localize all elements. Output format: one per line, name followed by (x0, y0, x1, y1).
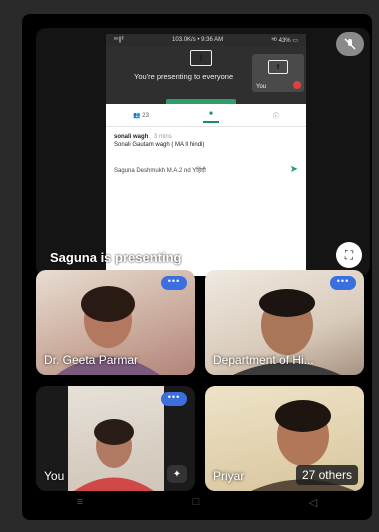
fullscreen-icon[interactable]: ⛶ (336, 242, 362, 268)
presenting-label: Saguna is presenting (50, 250, 182, 265)
signal-text: ᵉᵉ||ˡˡ (114, 37, 124, 43)
meet-screen: ᵉᵉ||ˡˡ 103.0K/s • 9:36 AM ᴴᴰ 43% ▭ ⬆ You… (22, 14, 372, 520)
mic-off-icon[interactable] (336, 32, 364, 56)
recents-icon[interactable]: ≡ (77, 496, 83, 508)
present-screen-icon: ⬆ (190, 50, 212, 66)
stop-presenting-button (166, 99, 236, 104)
chat-text: Sonali Gautam wagh ( MA ll hindi) (114, 142, 205, 148)
participant-name: Dr. Geeta Parmar (44, 353, 139, 367)
self-tile[interactable]: ••• You ✦ (36, 386, 195, 491)
self-video (68, 386, 164, 491)
chat-time: 3 mins (154, 134, 172, 140)
present-screen-icon: ⬆ (268, 60, 288, 74)
self-preview: ⬆ You (252, 54, 304, 92)
send-icon: ➤ (289, 164, 298, 175)
participant-tile[interactable]: Priyar 27 others (205, 386, 364, 491)
mic-off-icon (293, 81, 301, 89)
system-navbar: ≡ □ ◁ (22, 484, 372, 520)
participant-tile[interactable]: ••• Dr. Geeta Parmar (36, 270, 195, 375)
others-count-badge[interactable]: 27 others (295, 465, 358, 485)
status-bar: ᵉᵉ||ˡˡ 103.0K/s • 9:36 AM ᴴᴰ 43% ▭ (106, 34, 306, 46)
tab-people: 👥 23 (133, 112, 149, 119)
participant-name: Priyar (213, 469, 245, 483)
more-options-button[interactable]: ••• (330, 276, 356, 290)
chat-input-text: Saguna Deshmukh M.A.2 nd Yहिंदी (114, 168, 206, 174)
presentation-tile[interactable]: ᵉᵉ||ˡˡ 103.0K/s • 9:36 AM ᴴᴰ 43% ▭ ⬆ You… (36, 28, 370, 276)
people-icon: 👥 (133, 112, 141, 119)
shared-screen: ᵉᵉ||ˡˡ 103.0K/s • 9:36 AM ᴴᴰ 43% ▭ ⬆ You… (106, 34, 306, 276)
chat-icon: ■ (203, 107, 219, 123)
chat-input: Saguna Deshmukh M.A.2 nd Yहिंदी ➤ (114, 164, 298, 175)
participant-name: You (44, 469, 65, 483)
presenting-text: You're presenting to everyone (134, 72, 234, 81)
info-icon: ⓘ (272, 113, 279, 120)
more-options-button[interactable]: ••• (161, 276, 187, 290)
panel-tabs: 👥 23 ■ ⓘ (106, 104, 306, 127)
home-icon[interactable]: □ (193, 496, 200, 508)
battery-text: ᴴᴰ 43% ▭ (271, 37, 298, 44)
chat-message: sonali wagh 3 mins Sonali Gautam wagh ( … (106, 127, 306, 149)
more-options-button[interactable]: ••• (161, 392, 187, 406)
back-icon[interactable]: ◁ (309, 496, 317, 509)
effects-icon[interactable]: ✦ (167, 465, 187, 483)
people-count: 23 (142, 112, 149, 119)
participant-tile[interactable]: ••• Department of Hi... (205, 270, 364, 375)
status-time: 103.0K/s • 9:36 AM (172, 37, 224, 43)
participant-avatar (74, 419, 154, 491)
presenting-banner: ⬆ You're presenting to everyone ⬆ You (106, 46, 306, 104)
chat-sender: sonali wagh (114, 134, 149, 140)
self-preview-label: You (256, 84, 267, 90)
participant-name: Department of Hi... (213, 353, 314, 367)
